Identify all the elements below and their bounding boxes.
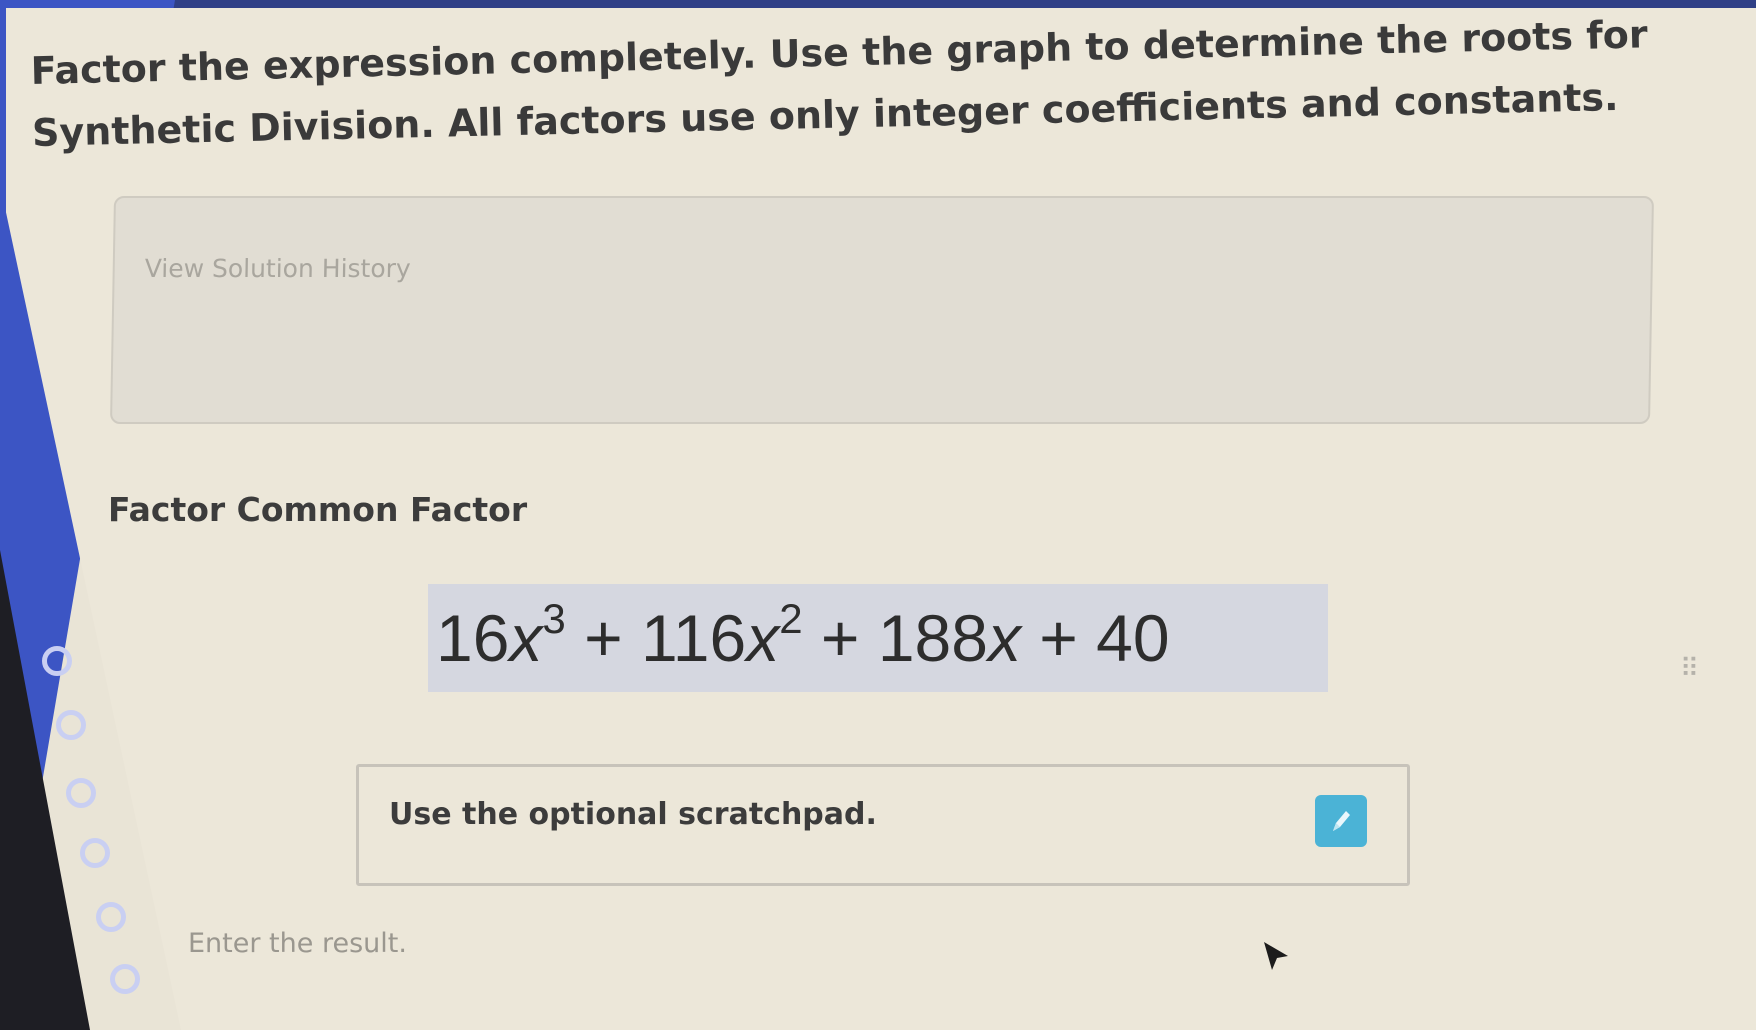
view-solution-history-link[interactable]: View Solution History <box>144 254 411 283</box>
radio-option-3[interactable] <box>66 778 96 808</box>
drag-handle-icon[interactable]: ⠿ <box>1680 654 1699 684</box>
result-input[interactable]: Enter the result. <box>188 928 407 959</box>
operator-1: + <box>565 601 641 675</box>
variable-3: x <box>987 601 1021 675</box>
step-title: Factor Common Factor <box>108 490 528 529</box>
constant-term: 40 <box>1096 601 1170 675</box>
mouse-cursor-icon <box>1264 942 1288 970</box>
radio-option-6[interactable] <box>110 964 140 994</box>
operator-2: + <box>802 601 878 675</box>
scratchpad-field[interactable]: Use the optional scratchpad. <box>356 764 1410 886</box>
operator-3: + <box>1020 601 1097 675</box>
radio-option-1[interactable] <box>42 646 72 676</box>
coefficient-3: 188 <box>877 601 988 675</box>
radio-option-5[interactable] <box>96 902 126 932</box>
scratchpad-edit-button[interactable] <box>1315 795 1367 847</box>
pencil-icon <box>1333 811 1350 831</box>
variable-1: x <box>509 601 543 675</box>
polynomial-expression: 16x3 + 116x2 + 188x + 40 <box>428 584 1328 692</box>
variable-2: x <box>746 601 780 675</box>
exponent-1: 3 <box>542 595 566 642</box>
radio-option-2[interactable] <box>56 710 86 740</box>
coefficient-2: 116 <box>641 601 747 675</box>
coefficient-1: 16 <box>436 601 510 675</box>
exponent-2: 2 <box>779 595 803 642</box>
radio-option-4[interactable] <box>80 838 110 868</box>
solution-history-panel: View Solution History <box>110 196 1654 424</box>
scratchpad-label: Use the optional scratchpad. <box>389 797 877 832</box>
